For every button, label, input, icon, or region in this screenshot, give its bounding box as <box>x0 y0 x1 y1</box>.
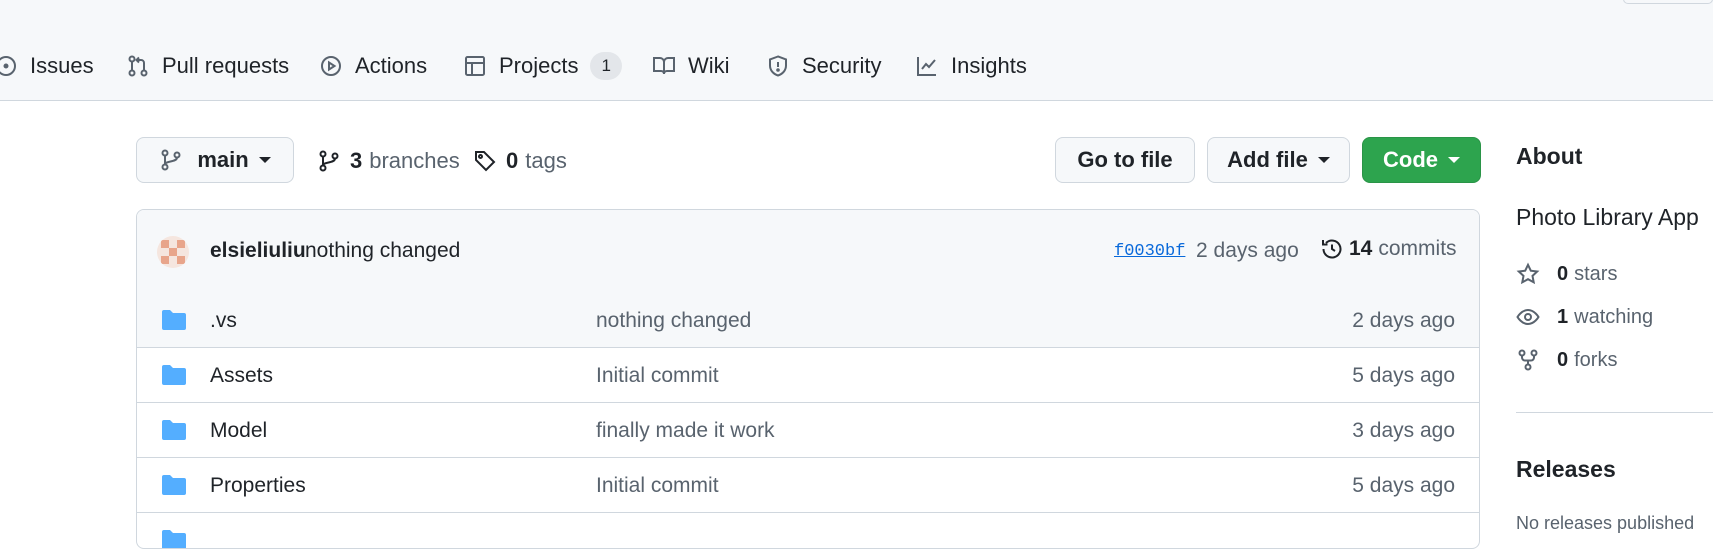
tab-wiki[interactable]: Wiki <box>652 46 730 86</box>
file-row[interactable]: .vs nothing changed 2 days ago <box>137 293 1479 348</box>
eye-icon <box>1516 308 1540 326</box>
tab-security-label: Security <box>802 53 882 78</box>
stars-count: 0 <box>1557 262 1569 285</box>
branch-select-button[interactable]: main <box>136 137 294 183</box>
watching-label: watching <box>1574 305 1654 328</box>
add-file-button[interactable]: Add file <box>1207 137 1350 183</box>
tags-count: 0 <box>506 148 519 173</box>
play-circle-icon <box>321 56 341 76</box>
fork-icon <box>1518 349 1538 371</box>
watching-count: 1 <box>1557 305 1569 328</box>
file-browser: elsieliuliu nothing changed f0030bf 2 da… <box>136 209 1480 549</box>
file-row[interactable]: Assets Initial commit 5 days ago <box>137 348 1479 403</box>
branch-name: main <box>197 147 249 172</box>
tab-actions[interactable]: Actions <box>319 46 427 86</box>
chevron-down-icon <box>1317 157 1330 163</box>
file-row[interactable] <box>137 513 1479 548</box>
star-icon <box>1516 262 1540 285</box>
chevron-down-icon <box>1448 157 1460 163</box>
branch-icon <box>161 149 181 171</box>
tags-link[interactable]: 0 tags <box>473 146 567 176</box>
file-commit-time: 3 days ago <box>1352 419 1455 442</box>
book-icon <box>653 57 675 75</box>
stars-label: stars <box>1574 262 1618 285</box>
issue-icon <box>0 56 16 76</box>
file-commit-time: 5 days ago <box>1352 474 1455 497</box>
tab-wiki-label: Wiki <box>688 53 730 78</box>
code-label: Code <box>1383 147 1438 172</box>
tab-projects[interactable]: Projects 1 <box>463 46 622 86</box>
go-to-file-button[interactable]: Go to file <box>1055 137 1195 183</box>
file-name[interactable]: .vs <box>210 309 237 333</box>
folder-icon <box>162 365 186 385</box>
branches-link[interactable]: 3 branches <box>317 146 460 176</box>
folder-icon <box>162 310 186 330</box>
branches-count: 3 <box>350 148 363 173</box>
commit-author[interactable]: elsieliuliu <box>210 239 306 263</box>
tab-insights[interactable]: Insights <box>915 46 1027 86</box>
tags-label: tags <box>525 148 567 173</box>
forks-link[interactable]: 0 forks <box>1516 345 1617 375</box>
history-icon <box>1322 239 1342 259</box>
pull-request-icon <box>128 55 148 77</box>
file-commit-message[interactable]: Initial commit <box>596 364 719 388</box>
releases-empty-text: No releases published <box>1516 513 1695 533</box>
commits-label: commits <box>1378 237 1457 260</box>
tab-issues-label: Issues <box>30 53 94 78</box>
shield-icon <box>769 55 787 77</box>
about-heading: About <box>1516 143 1583 169</box>
tab-issues[interactable]: Issues <box>0 46 94 86</box>
latest-commit-bar: elsieliuliu nothing changed f0030bf 2 da… <box>137 210 1479 294</box>
file-row[interactable]: Properties Initial commit 5 days ago <box>137 458 1479 513</box>
releases-heading[interactable]: Releases <box>1516 456 1616 483</box>
tab-projects-label: Projects <box>499 53 579 78</box>
repo-description: Photo Library App <box>1516 204 1699 230</box>
tab-insights-label: Insights <box>951 53 1027 78</box>
tag-icon <box>475 151 496 172</box>
code-button[interactable]: Code <box>1362 137 1481 183</box>
file-row[interactable]: Model finally made it work 3 days ago <box>137 403 1479 458</box>
file-commit-time: 5 days ago <box>1352 364 1455 387</box>
folder-icon <box>162 420 186 440</box>
file-commit-message[interactable]: Initial commit <box>596 474 719 498</box>
tab-actions-label: Actions <box>355 53 428 78</box>
folder-icon <box>162 530 186 548</box>
file-name[interactable]: Properties <box>210 474 306 498</box>
tab-security[interactable]: Security <box>766 46 881 86</box>
file-commit-message[interactable]: nothing changed <box>596 309 751 333</box>
file-commit-time: 2 days ago <box>1352 309 1455 332</box>
file-commit-message[interactable]: finally made it work <box>596 419 775 443</box>
branch-icon <box>319 150 339 172</box>
folder-icon <box>162 475 186 495</box>
repo-nav-bar: Issues Pull requests Actions Projects 1 … <box>0 0 1713 101</box>
sidebar-divider <box>1516 412 1713 413</box>
tab-pull-requests[interactable]: Pull requests <box>126 46 289 86</box>
commit-message[interactable]: nothing changed <box>305 239 460 263</box>
projects-counter: 1 <box>590 52 622 80</box>
stars-link[interactable]: 0 stars <box>1516 259 1617 289</box>
branches-label: branches <box>369 148 460 173</box>
commits-count: 14 <box>1349 237 1373 260</box>
commit-sha-link[interactable]: f0030bf <box>1114 242 1185 261</box>
forks-label: forks <box>1574 348 1618 371</box>
add-file-label: Add file <box>1227 147 1308 172</box>
commit-time: 2 days ago <box>1196 239 1299 262</box>
avatar[interactable] <box>157 236 189 268</box>
watching-link[interactable]: 1 watching <box>1516 302 1653 332</box>
forks-count: 0 <box>1557 348 1569 371</box>
file-name[interactable]: Assets <box>210 364 273 388</box>
go-to-file-label: Go to file <box>1077 147 1173 172</box>
chevron-down-icon <box>258 157 271 163</box>
commits-link[interactable]: 14 commits <box>1320 237 1457 261</box>
header-button-edge[interactable] <box>1623 0 1713 4</box>
tab-pull-requests-label: Pull requests <box>162 53 290 78</box>
file-name[interactable]: Model <box>210 419 267 443</box>
graph-icon <box>917 57 936 76</box>
table-icon <box>465 56 485 76</box>
